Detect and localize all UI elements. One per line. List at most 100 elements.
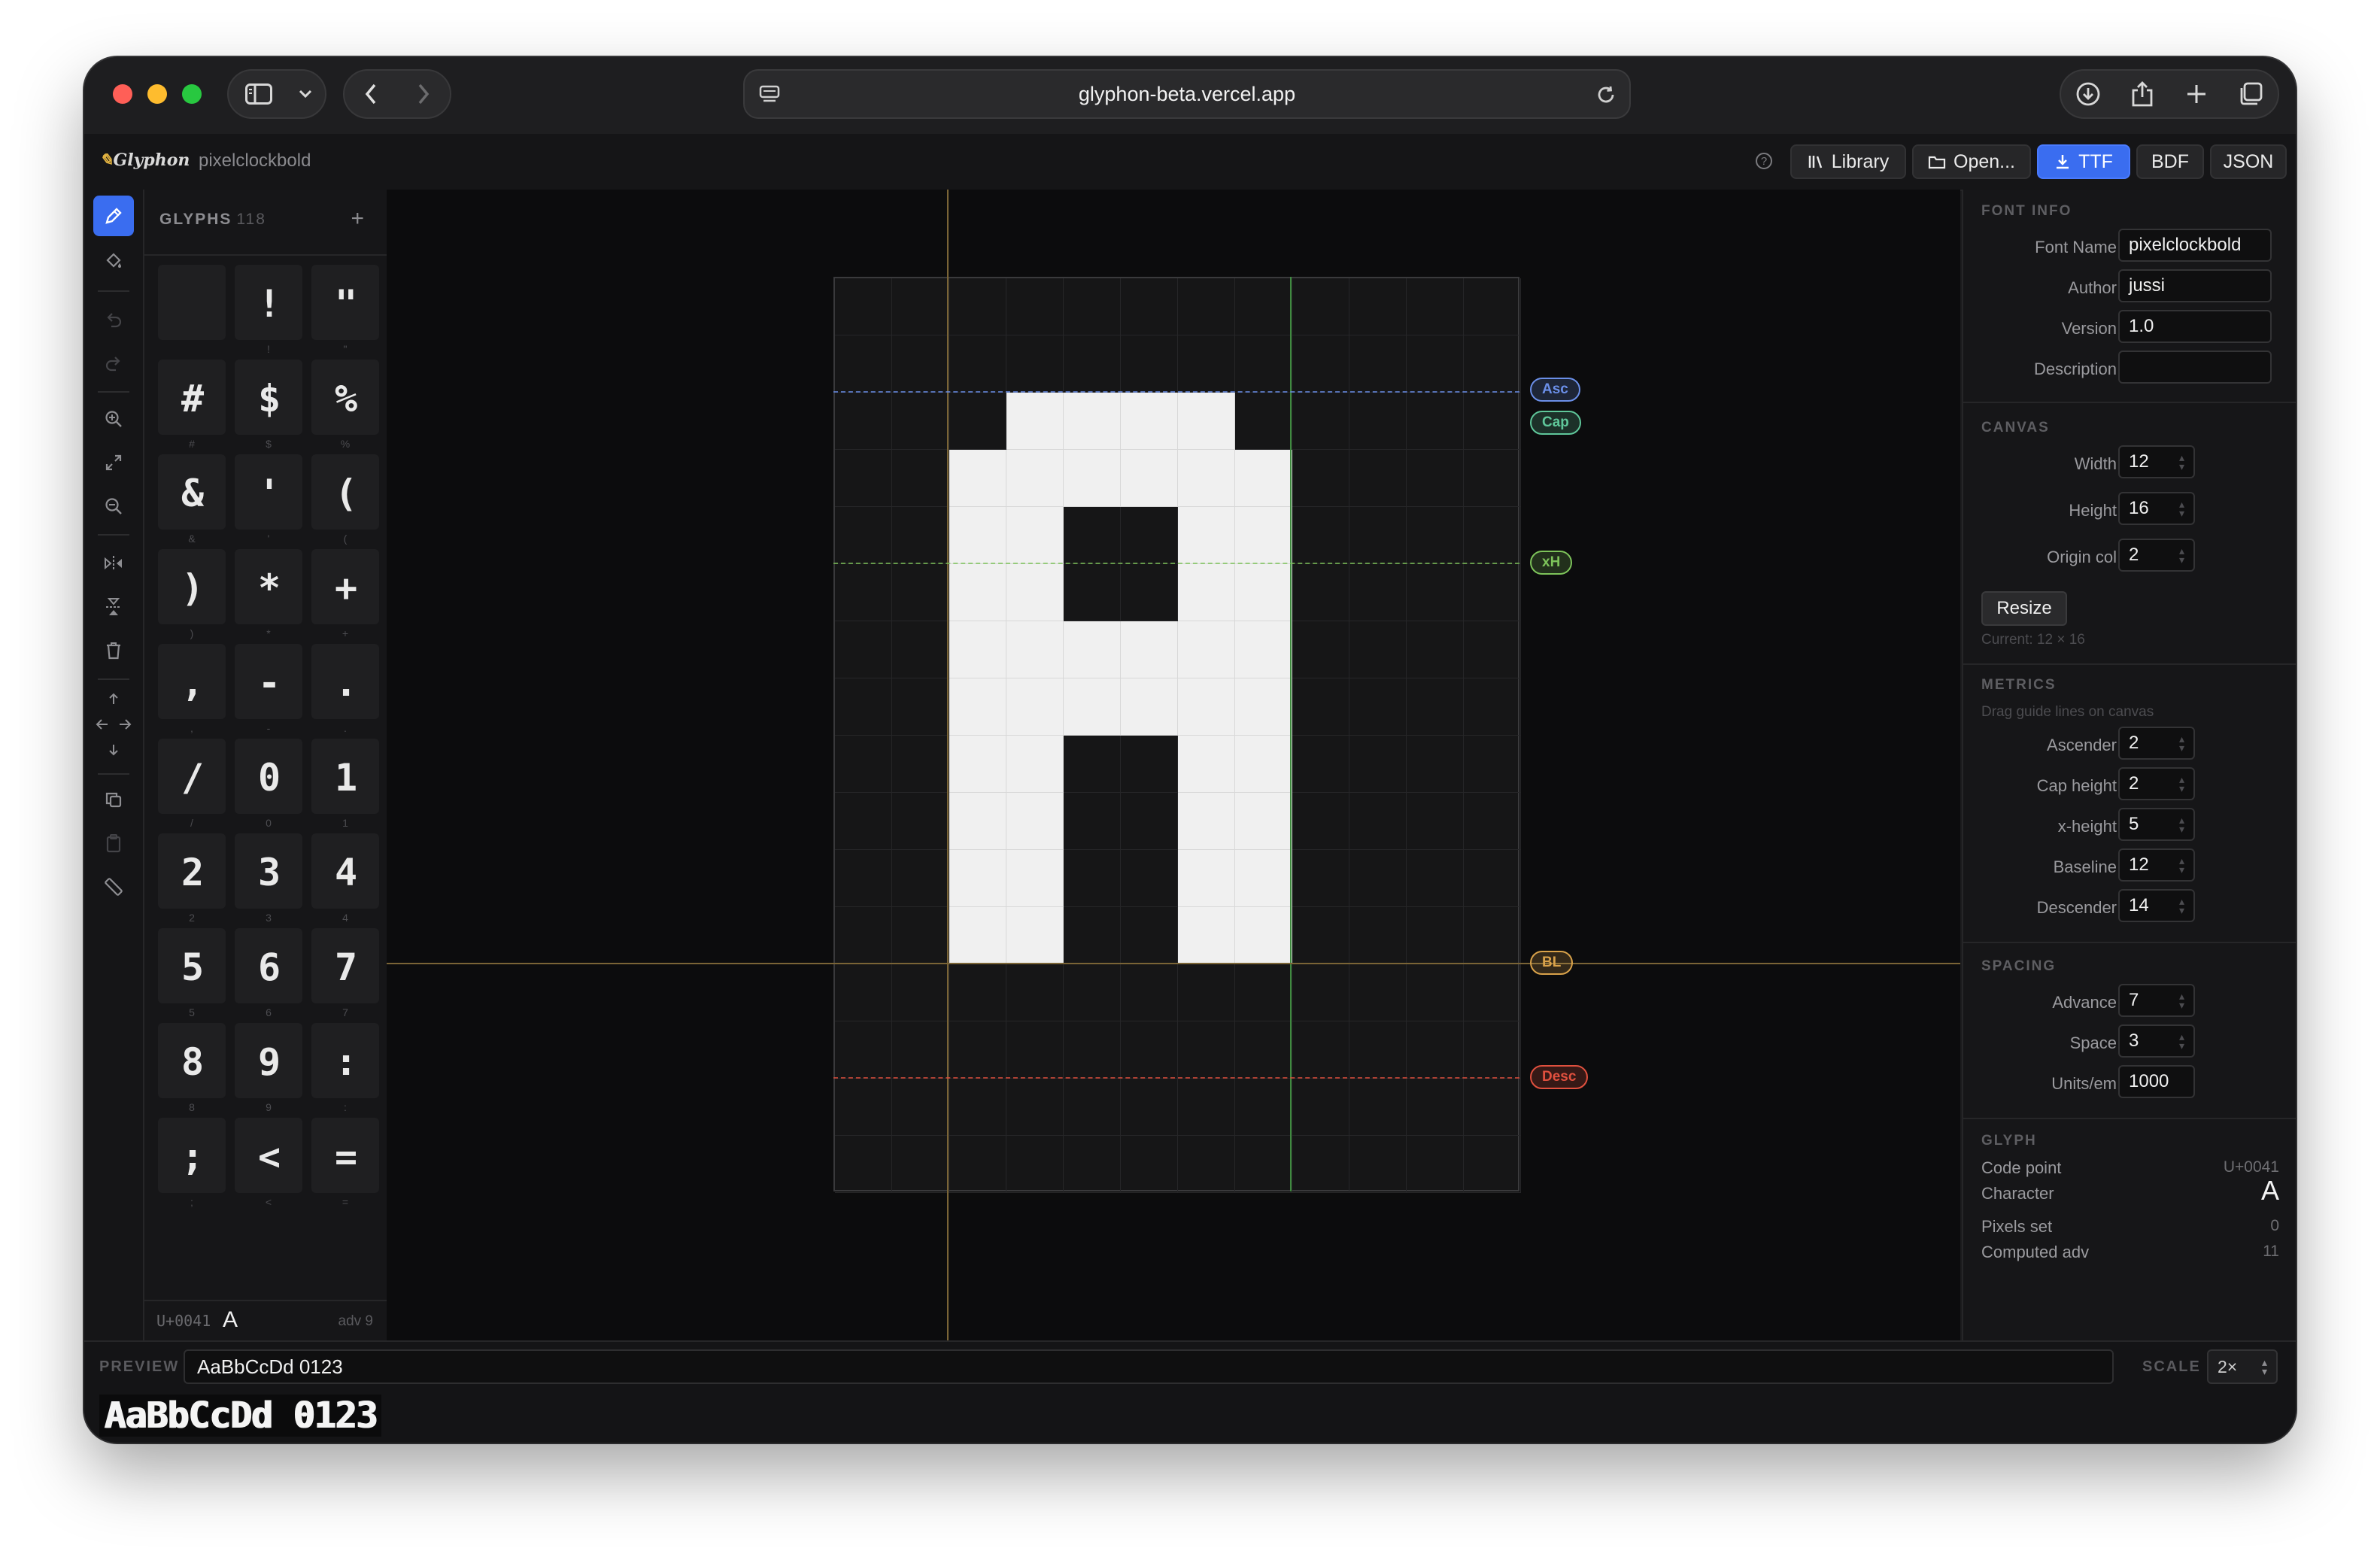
pixel-cell[interactable] bbox=[1064, 736, 1121, 793]
glyph-thumbnail[interactable]: ' ' bbox=[235, 454, 302, 545]
cap-guide-tag[interactable]: Cap bbox=[1530, 411, 1581, 435]
forward-button[interactable] bbox=[397, 71, 450, 117]
pixel-cell[interactable] bbox=[949, 1021, 1006, 1079]
pixel-cell[interactable] bbox=[1006, 678, 1064, 736]
pixel-cell[interactable] bbox=[1064, 393, 1121, 450]
pixel-cell[interactable] bbox=[892, 736, 949, 793]
pixel-cell[interactable] bbox=[1121, 335, 1178, 393]
pixel-cell[interactable] bbox=[949, 678, 1006, 736]
pixel-cell[interactable] bbox=[1349, 1021, 1407, 1079]
glyph-thumbnail[interactable]: 00 bbox=[235, 739, 302, 829]
pixel-cell[interactable] bbox=[1006, 278, 1064, 335]
pixel-cell[interactable] bbox=[1407, 850, 1464, 907]
glyph-canvas-area[interactable]: Asc Cap xH BL Desc bbox=[387, 190, 1960, 1340]
x-height-input[interactable]: 5 ▴ ▾ bbox=[2118, 808, 2195, 841]
glyph-thumbnail[interactable]: 11 bbox=[311, 739, 379, 829]
pixel-cell[interactable] bbox=[1121, 1136, 1178, 1193]
pixel-cell[interactable] bbox=[1235, 1021, 1292, 1079]
pixel-cell[interactable] bbox=[1178, 278, 1235, 335]
flip-vertical-button[interactable] bbox=[93, 587, 134, 627]
pixel-cell[interactable] bbox=[1178, 1136, 1235, 1193]
pixel-cell[interactable] bbox=[1235, 450, 1292, 507]
pixel-cell[interactable] bbox=[1235, 678, 1292, 736]
baseline-input[interactable]: 12 ▴ ▾ bbox=[2118, 848, 2195, 882]
pixel-cell[interactable] bbox=[1178, 393, 1235, 450]
pixel-cell[interactable] bbox=[1235, 393, 1292, 450]
pixel-cell[interactable] bbox=[1292, 793, 1349, 850]
zoom-window-button[interactable] bbox=[182, 84, 202, 104]
pixel-cell[interactable] bbox=[1235, 907, 1292, 964]
close-window-button[interactable] bbox=[113, 84, 132, 104]
pixel-cell[interactable] bbox=[1121, 736, 1178, 793]
pixel-cell[interactable] bbox=[892, 507, 949, 564]
pixel-cell[interactable] bbox=[1407, 507, 1464, 564]
pixel-cell[interactable] bbox=[1006, 964, 1064, 1021]
pixel-cell[interactable] bbox=[1006, 1021, 1064, 1079]
pixel-cell[interactable] bbox=[835, 278, 892, 335]
pixel-cell[interactable] bbox=[1464, 393, 1521, 450]
open-button[interactable]: Open... bbox=[1912, 144, 2031, 179]
glyph-thumbnail[interactable]: # # bbox=[158, 360, 226, 450]
pixel-cell[interactable] bbox=[835, 564, 892, 621]
pixel-cell[interactable] bbox=[835, 907, 892, 964]
height-input[interactable]: 16 ▴ ▾ bbox=[2118, 492, 2195, 525]
glyph-thumbnail[interactable]: .. bbox=[311, 644, 379, 734]
pixel-cell[interactable] bbox=[1006, 564, 1064, 621]
pixel-cell[interactable] bbox=[1292, 678, 1349, 736]
glyph-thumbnail[interactable]: ,, bbox=[158, 644, 226, 734]
pixel-cell[interactable] bbox=[949, 964, 1006, 1021]
glyph-thumbnail[interactable]: + + bbox=[311, 549, 379, 639]
pixel-cell[interactable] bbox=[835, 450, 892, 507]
glyph-thumbnail[interactable]: 88 bbox=[158, 1023, 226, 1113]
stepper-icon[interactable]: ▴ ▾ bbox=[2179, 774, 2184, 794]
pixel-cell[interactable] bbox=[835, 621, 892, 678]
xh-guide-line[interactable] bbox=[833, 563, 1519, 564]
pixel-cell[interactable] bbox=[949, 907, 1006, 964]
pixel-cell[interactable] bbox=[1178, 793, 1235, 850]
stepper-icon[interactable]: ▴ ▾ bbox=[2179, 733, 2184, 753]
pixel-cell[interactable] bbox=[1235, 736, 1292, 793]
asc-guide-tag[interactable]: Asc bbox=[1530, 378, 1580, 402]
pixel-cell[interactable] bbox=[1292, 1079, 1349, 1136]
pixel-cell[interactable] bbox=[1006, 907, 1064, 964]
glyph-thumbnail[interactable] bbox=[158, 265, 226, 340]
pixel-cell[interactable] bbox=[1006, 1136, 1064, 1193]
copy-glyph-button[interactable] bbox=[93, 779, 134, 820]
pixel-cell[interactable] bbox=[1464, 1079, 1521, 1136]
pixel-cell[interactable] bbox=[1178, 736, 1235, 793]
pixel-cell[interactable] bbox=[1235, 850, 1292, 907]
pixel-cell[interactable] bbox=[1407, 278, 1464, 335]
measure-button[interactable] bbox=[93, 867, 134, 907]
pixel-cell[interactable] bbox=[1407, 450, 1464, 507]
pixel-cell[interactable] bbox=[1121, 507, 1178, 564]
pixel-cell[interactable] bbox=[892, 450, 949, 507]
pixel-cell[interactable] bbox=[949, 850, 1006, 907]
pixel-cell[interactable] bbox=[1349, 736, 1407, 793]
pixel-cell[interactable] bbox=[1349, 793, 1407, 850]
pixel-cell[interactable] bbox=[949, 507, 1006, 564]
pixel-cell[interactable] bbox=[1006, 393, 1064, 450]
pixel-cell[interactable] bbox=[1292, 564, 1349, 621]
pixel-cell[interactable] bbox=[835, 850, 892, 907]
pixel-cell[interactable] bbox=[1064, 1079, 1121, 1136]
zoom-in-button[interactable] bbox=[93, 399, 134, 439]
pixel-cell[interactable] bbox=[835, 335, 892, 393]
pixel-cell[interactable] bbox=[1407, 736, 1464, 793]
bl-guide-tag[interactable]: BL bbox=[1530, 951, 1574, 975]
reload-icon[interactable] bbox=[1595, 83, 1617, 110]
pixel-cell[interactable] bbox=[1464, 335, 1521, 393]
scale-select[interactable]: 2× ▴ ▾ bbox=[2207, 1349, 2278, 1384]
pixel-cell[interactable] bbox=[1235, 1136, 1292, 1193]
sidebar-menu-button[interactable] bbox=[289, 71, 322, 117]
pixel-cell[interactable] bbox=[1292, 621, 1349, 678]
app-logo[interactable]: ✎Glyphon bbox=[99, 150, 190, 170]
pixel-cell[interactable] bbox=[1121, 1079, 1178, 1136]
pixel-cell[interactable] bbox=[1121, 621, 1178, 678]
glyph-thumbnail[interactable]: / / bbox=[158, 739, 226, 829]
pixel-cell[interactable] bbox=[1292, 1136, 1349, 1193]
glyph-thumbnail[interactable]: * * bbox=[235, 549, 302, 639]
glyph-thumbnail[interactable]: = = bbox=[311, 1118, 379, 1208]
pixel-cell[interactable] bbox=[1121, 850, 1178, 907]
pixel-cell[interactable] bbox=[1407, 1136, 1464, 1193]
pixel-cell[interactable] bbox=[1178, 621, 1235, 678]
